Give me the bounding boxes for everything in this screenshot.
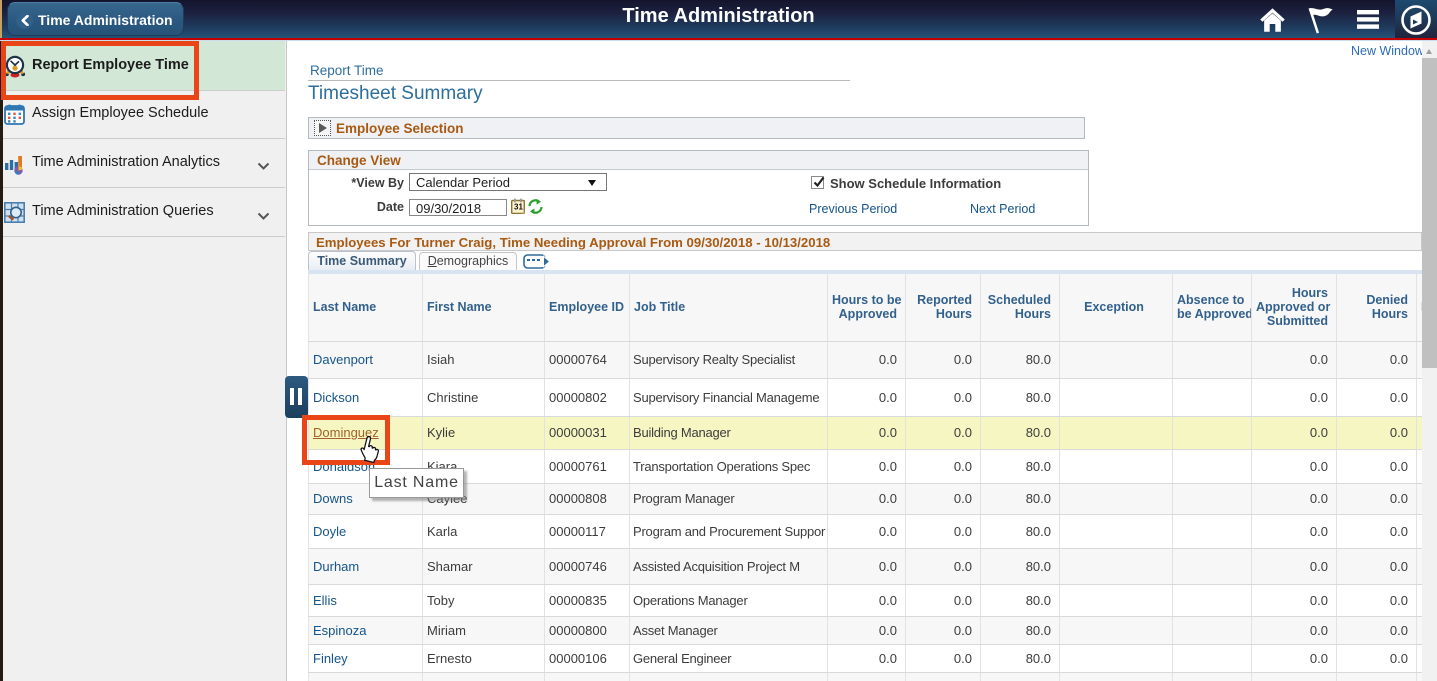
- svg-text:31: 31: [514, 203, 523, 212]
